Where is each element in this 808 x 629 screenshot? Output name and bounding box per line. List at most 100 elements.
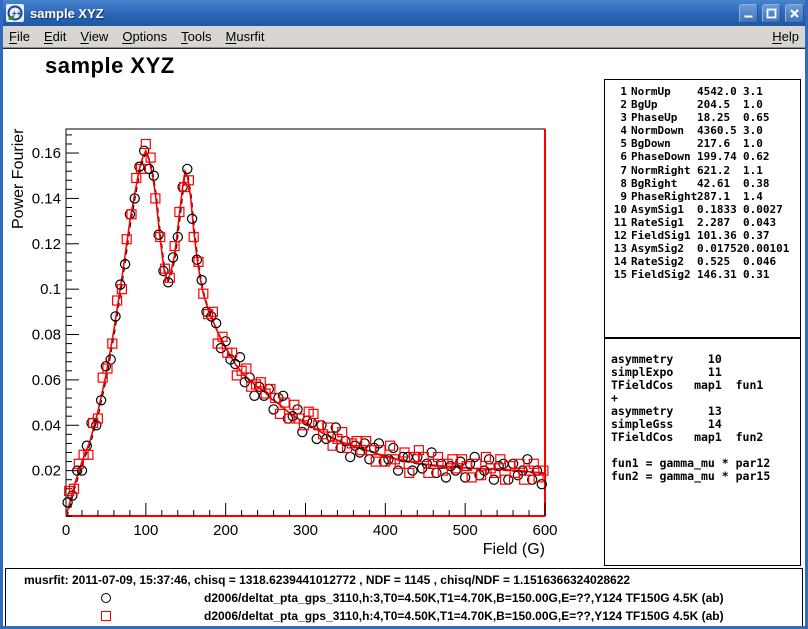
plot-frame — [66, 129, 545, 516]
param-idx: 14 — [611, 255, 627, 268]
param-value: 4360.5 — [697, 124, 739, 137]
menu-item-edit[interactable]: Edit — [37, 27, 73, 46]
square-marker-icon — [101, 611, 111, 621]
x-tick-label: 0 — [62, 522, 70, 539]
param-name: AsymSig1 — [631, 203, 693, 216]
param-error: 0.62 — [743, 150, 800, 163]
param-name: PhaseDown — [631, 150, 693, 163]
param-error: 0.31 — [743, 268, 800, 281]
y-tick-label: 0.06 — [32, 372, 61, 389]
param-idx: 13 — [611, 242, 627, 255]
param-row: 12 FieldSig1 101.36 0.37 — [605, 229, 800, 242]
param-error: 1.0 — [743, 137, 800, 150]
param-row: 1NormUp4542.03.1 — [605, 85, 800, 98]
menu-item-view[interactable]: View — [73, 27, 115, 46]
window-title: sample XYZ — [30, 6, 735, 21]
fit-status-text: musrfit: 2011-07-09, 15:37:46, chisq = 1… — [24, 573, 630, 587]
y-tick-label: 0.02 — [32, 463, 61, 480]
param-error: 3.1 — [743, 85, 800, 98]
param-error: 0.00101 — [743, 242, 800, 255]
data-point-circle — [250, 391, 259, 400]
y-tick-label: 0.1 — [40, 281, 61, 298]
y-tick-label: 0.04 — [32, 417, 61, 434]
param-idx: 15 — [611, 268, 627, 281]
param-error: 1.1 — [743, 164, 800, 177]
x-tick-label: 500 — [453, 522, 478, 539]
data-point-circle — [441, 473, 450, 482]
param-idx: 3 — [611, 111, 627, 124]
minimize-button[interactable] — [739, 4, 758, 23]
param-error: 3.0 — [743, 124, 800, 137]
param-name: BgRight — [631, 177, 693, 190]
param-error: 1.0 — [743, 98, 800, 111]
param-row: 13 AsymSig2 0.01752 0.00101 — [605, 242, 800, 255]
param-row: 8BgRight42.610.38 — [605, 177, 800, 190]
param-row: 4NormDown4360.53.0 — [605, 124, 800, 137]
menu-bar: FileEditViewOptionsToolsMusrfit Help — [0, 26, 808, 48]
param-idx: 11 — [611, 216, 627, 229]
x-tick-label: 400 — [373, 522, 398, 539]
param-name: BgDown — [631, 137, 693, 150]
root-logo-icon: ++ — [6, 4, 24, 22]
theory-text: asymmetry 10 simplExpo 11 TFieldCos map1… — [611, 353, 800, 483]
param-idx: 6 — [611, 150, 627, 163]
param-value: 146.31 — [697, 268, 739, 281]
menu-item-help[interactable]: Help — [765, 27, 806, 46]
menu-item-musrfit[interactable]: Musrfit — [219, 27, 272, 46]
close-button[interactable] — [785, 4, 804, 23]
param-error: 0.37 — [743, 229, 800, 242]
param-value: 199.74 — [697, 150, 739, 163]
param-name: BgUp — [631, 98, 693, 111]
param-value: 18.25 — [697, 111, 739, 124]
param-row: 14RateSig20.5250.046 — [605, 255, 800, 268]
param-value: 2.287 — [697, 216, 739, 229]
param-row: 2BgUp204.51.0 — [605, 98, 800, 111]
param-error: 0.046 — [743, 255, 800, 268]
param-name: NormDown — [631, 124, 693, 137]
data-point-circle — [365, 455, 374, 464]
param-error: 1.4 — [743, 190, 800, 203]
param-value: 0.01752 — [697, 242, 739, 255]
param-value: 42.61 — [697, 177, 739, 190]
param-value: 4542.0 — [697, 85, 739, 98]
param-name: RateSig1 — [631, 216, 693, 229]
param-idx: 8 — [611, 177, 627, 190]
param-value: 217.6 — [697, 137, 739, 150]
param-value: 101.36 — [697, 229, 739, 242]
param-idx: 12 — [611, 229, 627, 242]
param-idx: 9 — [611, 190, 627, 203]
x-tick-label: 300 — [293, 522, 318, 539]
param-row: 10AsymSig10.18330.0027 — [605, 203, 800, 216]
data-point-circle — [509, 459, 518, 468]
legend-label: d2006/deltat_pta_gps_3110,h:3,T0=4.50K,T… — [204, 591, 724, 605]
param-row: 5 BgDown 217.6 1.0 — [605, 137, 800, 150]
param-idx: 2 — [611, 98, 627, 111]
param-idx: 5 — [611, 137, 627, 150]
menu-item-options[interactable]: Options — [115, 27, 174, 46]
data-point-circle — [317, 421, 326, 430]
y-tick-label: 0.08 — [32, 327, 61, 344]
theory-box: asymmetry 10 simplExpo 11 TFieldCos map1… — [604, 338, 801, 566]
param-value: 0.1833 — [697, 203, 739, 216]
param-name: PhaseUp — [631, 111, 693, 124]
window-titlebar: ++ sample XYZ — [0, 0, 808, 26]
maximize-button[interactable] — [762, 4, 781, 23]
menu-item-file[interactable]: File — [2, 27, 37, 46]
param-value: 287.1 — [697, 190, 739, 203]
legend-row: d2006/deltat_pta_gps_3110,h:4,T0=4.50K,T… — [6, 609, 802, 625]
data-point-square — [481, 453, 490, 462]
param-name: AsymSig2 — [631, 242, 693, 255]
param-name: FieldSig1 — [631, 229, 693, 242]
status-area: musrfit: 2011-07-09, 15:37:46, chisq = 1… — [5, 568, 803, 626]
data-point-circle — [63, 498, 72, 507]
param-error: 0.0027 — [743, 203, 800, 216]
x-tick-label: 200 — [213, 522, 238, 539]
param-row: 15FieldSig2146.310.31 — [605, 268, 800, 281]
x-tick-label: 100 — [133, 522, 158, 539]
data-point-circle — [346, 452, 355, 461]
x-axis-title: Field (G) — [483, 541, 545, 558]
menu-item-tools[interactable]: Tools — [174, 27, 218, 46]
data-point-square — [405, 468, 414, 477]
data-point-circle — [504, 475, 513, 484]
fit-parameters-box: 1NormUp4542.03.12BgUp204.51.03PhaseUp18.… — [604, 79, 801, 338]
